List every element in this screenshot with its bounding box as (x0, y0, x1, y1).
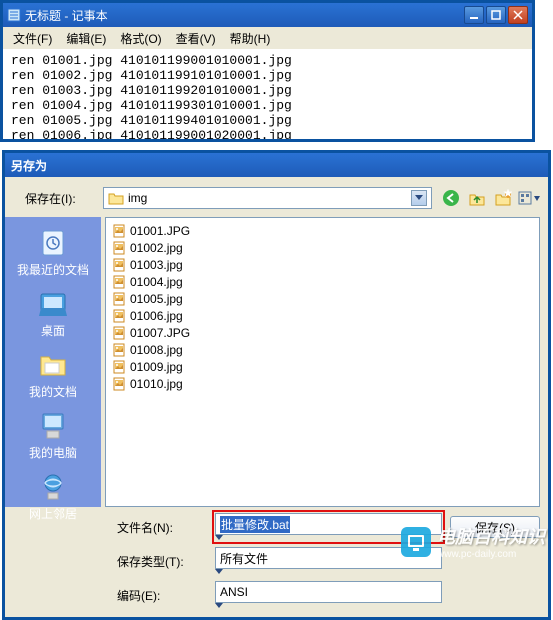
sidebar-item-recent[interactable]: 我最近的文档 (5, 223, 101, 282)
file-name: 01008.jpg (130, 343, 183, 357)
sidebar-label: 桌面 (41, 322, 65, 339)
svg-text:★: ★ (503, 189, 512, 200)
filename-label: 文件名(N): (117, 519, 207, 536)
back-button[interactable] (440, 187, 462, 209)
sidebar-item-desktop[interactable]: 桌面 (5, 284, 101, 343)
dialog-title: 另存为 (11, 157, 542, 174)
file-name: 01005.jpg (130, 292, 183, 306)
file-name: 01006.jpg (130, 309, 183, 323)
minimize-button[interactable] (464, 6, 484, 24)
encoding-dropdown[interactable]: ANSI (215, 581, 442, 609)
savein-dropdown[interactable]: img (103, 187, 432, 209)
image-file-icon (112, 360, 126, 374)
file-item[interactable]: 01003.jpg (110, 256, 535, 273)
menu-view[interactable]: 查看(V) (170, 28, 222, 49)
file-name: 01003.jpg (130, 258, 183, 272)
sidebar-item-network[interactable]: 网上邻居 (5, 467, 101, 526)
file-item[interactable]: 01001.JPG (110, 222, 535, 239)
image-file-icon (112, 258, 126, 272)
dialog-toolbuttons: ★ (440, 187, 540, 209)
chevron-down-icon[interactable] (215, 569, 442, 575)
file-item[interactable]: 01008.jpg (110, 341, 535, 358)
file-item[interactable]: 01010.jpg (110, 375, 535, 392)
sidebar-label: 我最近的文档 (17, 261, 89, 278)
image-file-icon (112, 292, 126, 306)
notepad-titlebar[interactable]: 无标题 - 记事本 (3, 3, 532, 27)
image-file-icon (112, 326, 126, 340)
savein-value: img (128, 191, 147, 205)
image-file-icon (112, 309, 126, 323)
file-list[interactable]: 01001.JPG 01002.jpg 01003.jpg 01004.jpg 0100… (105, 217, 540, 507)
file-name: 01010.jpg (130, 377, 183, 391)
sidebar-label: 我的电脑 (29, 444, 77, 461)
notepad-menubar: 文件(F) 编辑(E) 格式(O) 查看(V) 帮助(H) (3, 27, 532, 49)
notepad-winbuttons (464, 6, 528, 24)
menu-format[interactable]: 格式(O) (114, 28, 167, 49)
file-item[interactable]: 01009.jpg (110, 358, 535, 375)
network-icon (37, 471, 69, 503)
file-item[interactable]: 01004.jpg (110, 273, 535, 290)
sidebar-label: 我的文档 (29, 383, 77, 400)
menu-file[interactable]: 文件(F) (7, 28, 58, 49)
watermark-icon (401, 527, 431, 557)
maximize-button[interactable] (486, 6, 506, 24)
mydocs-icon (37, 349, 69, 381)
up-folder-button[interactable] (466, 187, 488, 209)
image-file-icon (112, 224, 126, 238)
file-name: 01002.jpg (130, 241, 183, 255)
view-menu-button[interactable] (518, 187, 540, 209)
file-item[interactable]: 01007.JPG (110, 324, 535, 341)
notepad-icon (7, 8, 21, 22)
image-file-icon (112, 377, 126, 391)
dropdown-arrow-icon[interactable] (411, 190, 427, 206)
watermark-url: www.pc-daily.com (437, 549, 545, 560)
file-name: 01007.JPG (130, 326, 190, 340)
file-name: 01004.jpg (130, 275, 183, 289)
chevron-down-icon[interactable] (215, 603, 442, 609)
notepad-title: 无标题 - 记事本 (25, 7, 464, 24)
folder-icon (108, 191, 124, 205)
menu-help[interactable]: 帮助(H) (224, 28, 277, 49)
file-item[interactable]: 01006.jpg (110, 307, 535, 324)
dialog-main: 我最近的文档 桌面 我的文档 我的电脑 网上邻居 01001.JPG 01002.… (5, 217, 548, 507)
watermark: 电脑百科知识 www.pc-daily.com (401, 523, 545, 560)
places-sidebar: 我最近的文档 桌面 我的文档 我的电脑 网上邻居 (5, 217, 101, 507)
desktop-icon (37, 288, 69, 320)
new-folder-button[interactable]: ★ (492, 187, 514, 209)
filetype-label: 保存类型(T): (117, 553, 207, 570)
watermark-brand: 电脑百科知识 (437, 523, 545, 549)
image-file-icon (112, 275, 126, 289)
sidebar-label: 网上邻居 (29, 505, 77, 522)
notepad-textarea[interactable]: ren 01001.jpg 410101199001010001.jpg ren… (3, 49, 532, 139)
recent-docs-icon (37, 227, 69, 259)
sidebar-item-computer[interactable]: 我的电脑 (5, 406, 101, 465)
file-name: 01001.JPG (130, 224, 190, 238)
dialog-titlebar[interactable]: 另存为 (5, 153, 548, 177)
notepad-window: 无标题 - 记事本 文件(F) 编辑(E) 格式(O) 查看(V) 帮助(H) … (0, 0, 535, 142)
image-file-icon (112, 343, 126, 357)
sidebar-item-mydocs[interactable]: 我的文档 (5, 345, 101, 404)
filename-value[interactable]: 批量修改.bat (220, 516, 290, 533)
filetype-value: 所有文件 (220, 550, 268, 567)
computer-icon (37, 410, 69, 442)
encoding-value: ANSI (220, 585, 248, 599)
dialog-top-row: 保存在(I): img ★ (5, 177, 548, 217)
encoding-label: 编码(E): (117, 587, 207, 604)
menu-edit[interactable]: 编辑(E) (60, 28, 112, 49)
file-item[interactable]: 01005.jpg (110, 290, 535, 307)
file-item[interactable]: 01002.jpg (110, 239, 535, 256)
close-button[interactable] (508, 6, 528, 24)
image-file-icon (112, 241, 126, 255)
file-name: 01009.jpg (130, 360, 183, 374)
savein-label: 保存在(I): (25, 190, 95, 207)
